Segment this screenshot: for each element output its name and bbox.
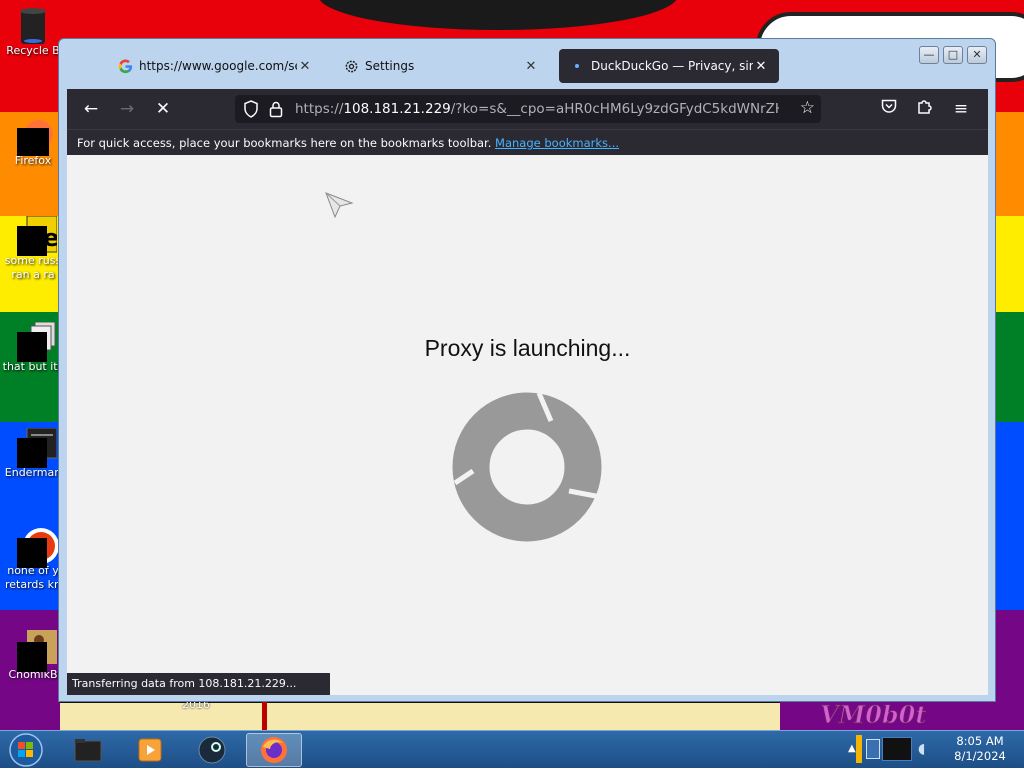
- desktop-icon-none-of-y[interactable]: none of y retards kn: [2, 526, 64, 592]
- pocket-icon: [881, 99, 897, 113]
- arrow-left-icon: ←: [83, 99, 99, 119]
- tab-title: Settings: [365, 59, 415, 73]
- google-icon: [117, 58, 133, 74]
- desktop-icon-label: Recycle B: [6, 44, 60, 57]
- minimize-icon: —: [923, 48, 935, 61]
- desktop-icon-label-line2: ran a ra: [11, 268, 55, 281]
- loading-dot-icon: [569, 58, 585, 74]
- tab-settings[interactable]: Settings ✕: [333, 49, 549, 83]
- puzzle-icon: [918, 100, 932, 114]
- file-icon: [15, 321, 56, 362]
- arrow-right-icon: →: [119, 99, 135, 119]
- desktop-icon-enderman[interactable]: Enderman: [2, 427, 64, 480]
- taskbar-app-media-player[interactable]: [122, 733, 178, 767]
- lock-icon[interactable]: [269, 100, 283, 122]
- pocket-button[interactable]: [877, 97, 901, 121]
- firefox-icon: [15, 116, 53, 158]
- taskbar-app-steam[interactable]: [184, 733, 240, 767]
- wallpaper-logo-text: VM0b0t: [819, 700, 927, 730]
- clock-date: 8/1/2024: [954, 749, 1006, 763]
- media-player-icon: [138, 738, 162, 762]
- close-tab-icon[interactable]: ✕: [523, 59, 539, 74]
- desktop-icon-that-but-its[interactable]: that but its: [2, 321, 64, 374]
- tray-network-icon[interactable]: [882, 737, 912, 761]
- system-tray: ▲ ◖: [848, 733, 938, 767]
- maximize-button[interactable]: □: [943, 46, 963, 64]
- gear-icon: [343, 58, 359, 74]
- desktop-icon-firefox[interactable]: Firefox: [2, 116, 64, 168]
- forward-button[interactable]: →: [115, 97, 139, 121]
- minimize-button[interactable]: —: [919, 46, 939, 64]
- tray-expand-icon[interactable]: ▲: [848, 743, 856, 754]
- close-tab-icon[interactable]: ✕: [753, 59, 769, 74]
- bookmarks-hint-text: For quick access, place your bookmarks h…: [77, 136, 492, 150]
- desktop-icon-label-line2: retards kn: [5, 578, 61, 591]
- page-heading: Proxy is launching...: [424, 335, 631, 361]
- url-path: /?ko=s&__cpo=aHR0cHM6Ly9zdGFydC5kdWNrZHV…: [450, 101, 779, 117]
- tab-title: https://www.google.com/search: [139, 59, 297, 73]
- maximize-icon: □: [947, 48, 959, 61]
- tab-title: DuckDuckGo — Privacy, simplified: [591, 59, 753, 73]
- windows-logo-icon: [9, 733, 43, 767]
- desktop-icon-recycle-bin[interactable]: Recycle B: [2, 6, 64, 58]
- app-icon: [15, 526, 59, 568]
- close-tab-icon[interactable]: ✕: [297, 59, 313, 74]
- url-text: https://108.181.21.229/?ko=s&__cpo=aHR0c…: [295, 101, 779, 117]
- desktop-icon-some-russ[interactable]: e some russ ran a ra: [2, 215, 64, 282]
- page-content: Proxy is launching...: [67, 155, 988, 695]
- firefox-icon: [261, 737, 287, 763]
- hamburger-menu-icon: ≡: [953, 99, 969, 119]
- tray-action-center-icon[interactable]: [866, 739, 880, 759]
- tray-flag-icon[interactable]: [856, 735, 862, 763]
- file-icon: e: [15, 215, 59, 256]
- close-icon: ✕: [155, 99, 171, 119]
- extensions-button[interactable]: [913, 97, 937, 121]
- app-icon: [15, 630, 57, 672]
- close-icon: ✕: [972, 48, 982, 61]
- steam-icon: [198, 736, 226, 764]
- tab-strip: https://www.google.com/search ✕ Settings…: [59, 39, 995, 89]
- tab-duckduckgo[interactable]: DuckDuckGo — Privacy, simplified ✕: [559, 49, 779, 83]
- mouse-cursor-icon: [324, 191, 354, 223]
- app-icon: [15, 427, 58, 468]
- folder-icon: [74, 739, 102, 762]
- taskbar-clock[interactable]: 8:05 AM 8/1/2024: [940, 734, 1020, 764]
- address-bar[interactable]: https://108.181.21.229/?ko=s&__cpo=aHR0c…: [235, 95, 821, 123]
- taskbar-app-firefox[interactable]: [246, 733, 302, 767]
- wallpaper-detail: [262, 700, 267, 730]
- recycle-bin-icon: [15, 6, 51, 44]
- bookmarks-toolbar: For quick access, place your bookmarks h…: [67, 129, 988, 155]
- menu-button[interactable]: ≡: [949, 97, 973, 121]
- close-window-button[interactable]: ✕: [967, 46, 987, 64]
- shield-icon[interactable]: [243, 100, 259, 122]
- url-prefix: https://: [295, 101, 344, 117]
- loading-spinner-icon: [451, 391, 603, 547]
- firefox-window: https://www.google.com/search ✕ Settings…: [58, 38, 996, 702]
- clock-time: 8:05 AM: [956, 734, 1004, 748]
- status-bar: Transferring data from 108.181.21.229...: [67, 673, 330, 695]
- tray-volume-icon[interactable]: ◖: [918, 741, 925, 757]
- manage-bookmarks-link[interactable]: Manage bookmarks...: [495, 136, 619, 150]
- back-button[interactable]: ←: [79, 97, 103, 121]
- taskbar: ▲ ◖ 8:05 AM 8/1/2024: [0, 730, 1024, 768]
- navigation-toolbar: ← → ✕ https://108.181.21.229/?ko=s&__cpo…: [67, 89, 988, 129]
- desktop-icon-label: Firefox: [14, 154, 52, 167]
- bookmark-star-icon[interactable]: ☆: [800, 98, 815, 118]
- stop-loading-button[interactable]: ✕: [151, 97, 175, 121]
- start-button[interactable]: [6, 732, 46, 768]
- taskbar-app-explorer[interactable]: [60, 733, 116, 767]
- desktop-icon-chomikb[interactable]: ChomikB: [2, 630, 64, 682]
- tab-google-search[interactable]: https://www.google.com/search ✕: [107, 49, 323, 83]
- url-host: 108.181.21.229: [343, 101, 451, 117]
